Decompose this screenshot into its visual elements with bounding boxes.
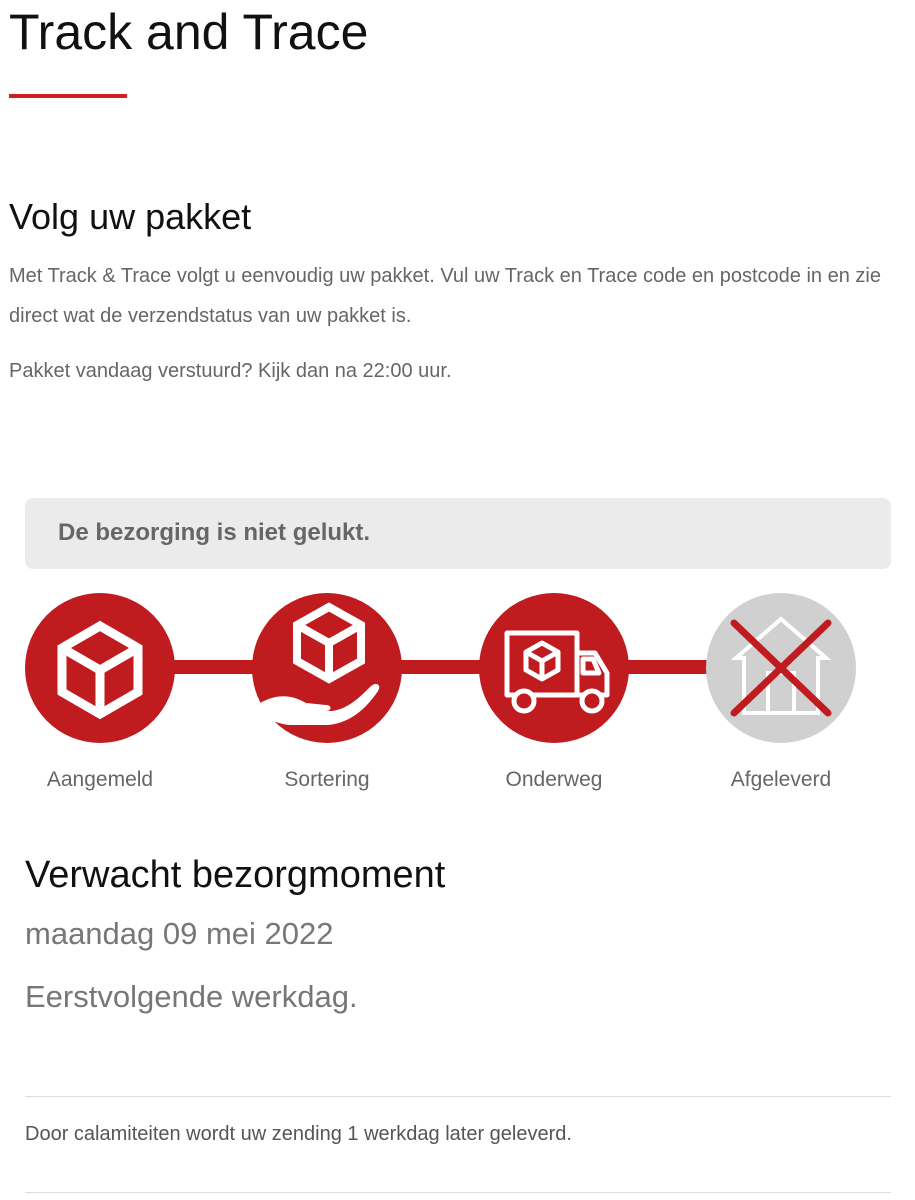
timeline-step-aangemeld bbox=[25, 593, 175, 743]
package-icon bbox=[25, 593, 175, 743]
hint-text: Pakket vandaag verstuurd? Kijk dan na 22… bbox=[9, 360, 452, 382]
intro-text: Met Track & Trace volgt u eenvoudig uw p… bbox=[9, 265, 881, 327]
expected-delivery-note: Eerstvolgende werkdag. bbox=[25, 979, 358, 1014]
title-underline bbox=[9, 94, 127, 98]
section-title: Volg uw pakket bbox=[9, 196, 252, 237]
expected-delivery-title: Verwacht bezorgmoment bbox=[25, 854, 446, 896]
delivery-truck-icon bbox=[479, 593, 629, 743]
divider-bottom bbox=[25, 1192, 891, 1193]
timeline-label-onderweg: Onderweg bbox=[505, 768, 603, 791]
page-title: Track and Trace bbox=[9, 4, 369, 60]
timeline-step-afgeleverd bbox=[706, 593, 856, 743]
package-in-hand-icon bbox=[252, 593, 402, 743]
timeline-label-afgeleverd: Afgeleverd bbox=[730, 768, 832, 791]
divider-top bbox=[25, 1096, 891, 1097]
timeline-step-sortering bbox=[252, 593, 402, 743]
status-message-box: De bezorging is niet gelukt. bbox=[25, 498, 891, 569]
timeline-label-sortering: Sortering bbox=[284, 768, 370, 791]
expected-delivery-date: maandag 09 mei 2022 bbox=[25, 916, 334, 951]
timeline-connector bbox=[100, 660, 780, 674]
status-message: De bezorging is niet gelukt. bbox=[58, 519, 371, 546]
delay-notice: Door calamiteiten wordt uw zending 1 wer… bbox=[25, 1123, 572, 1145]
delivered-house-crossed-icon bbox=[706, 593, 856, 743]
timeline-label-aangemeld: Aangemeld bbox=[46, 768, 154, 791]
timeline-step-onderweg bbox=[479, 593, 629, 743]
